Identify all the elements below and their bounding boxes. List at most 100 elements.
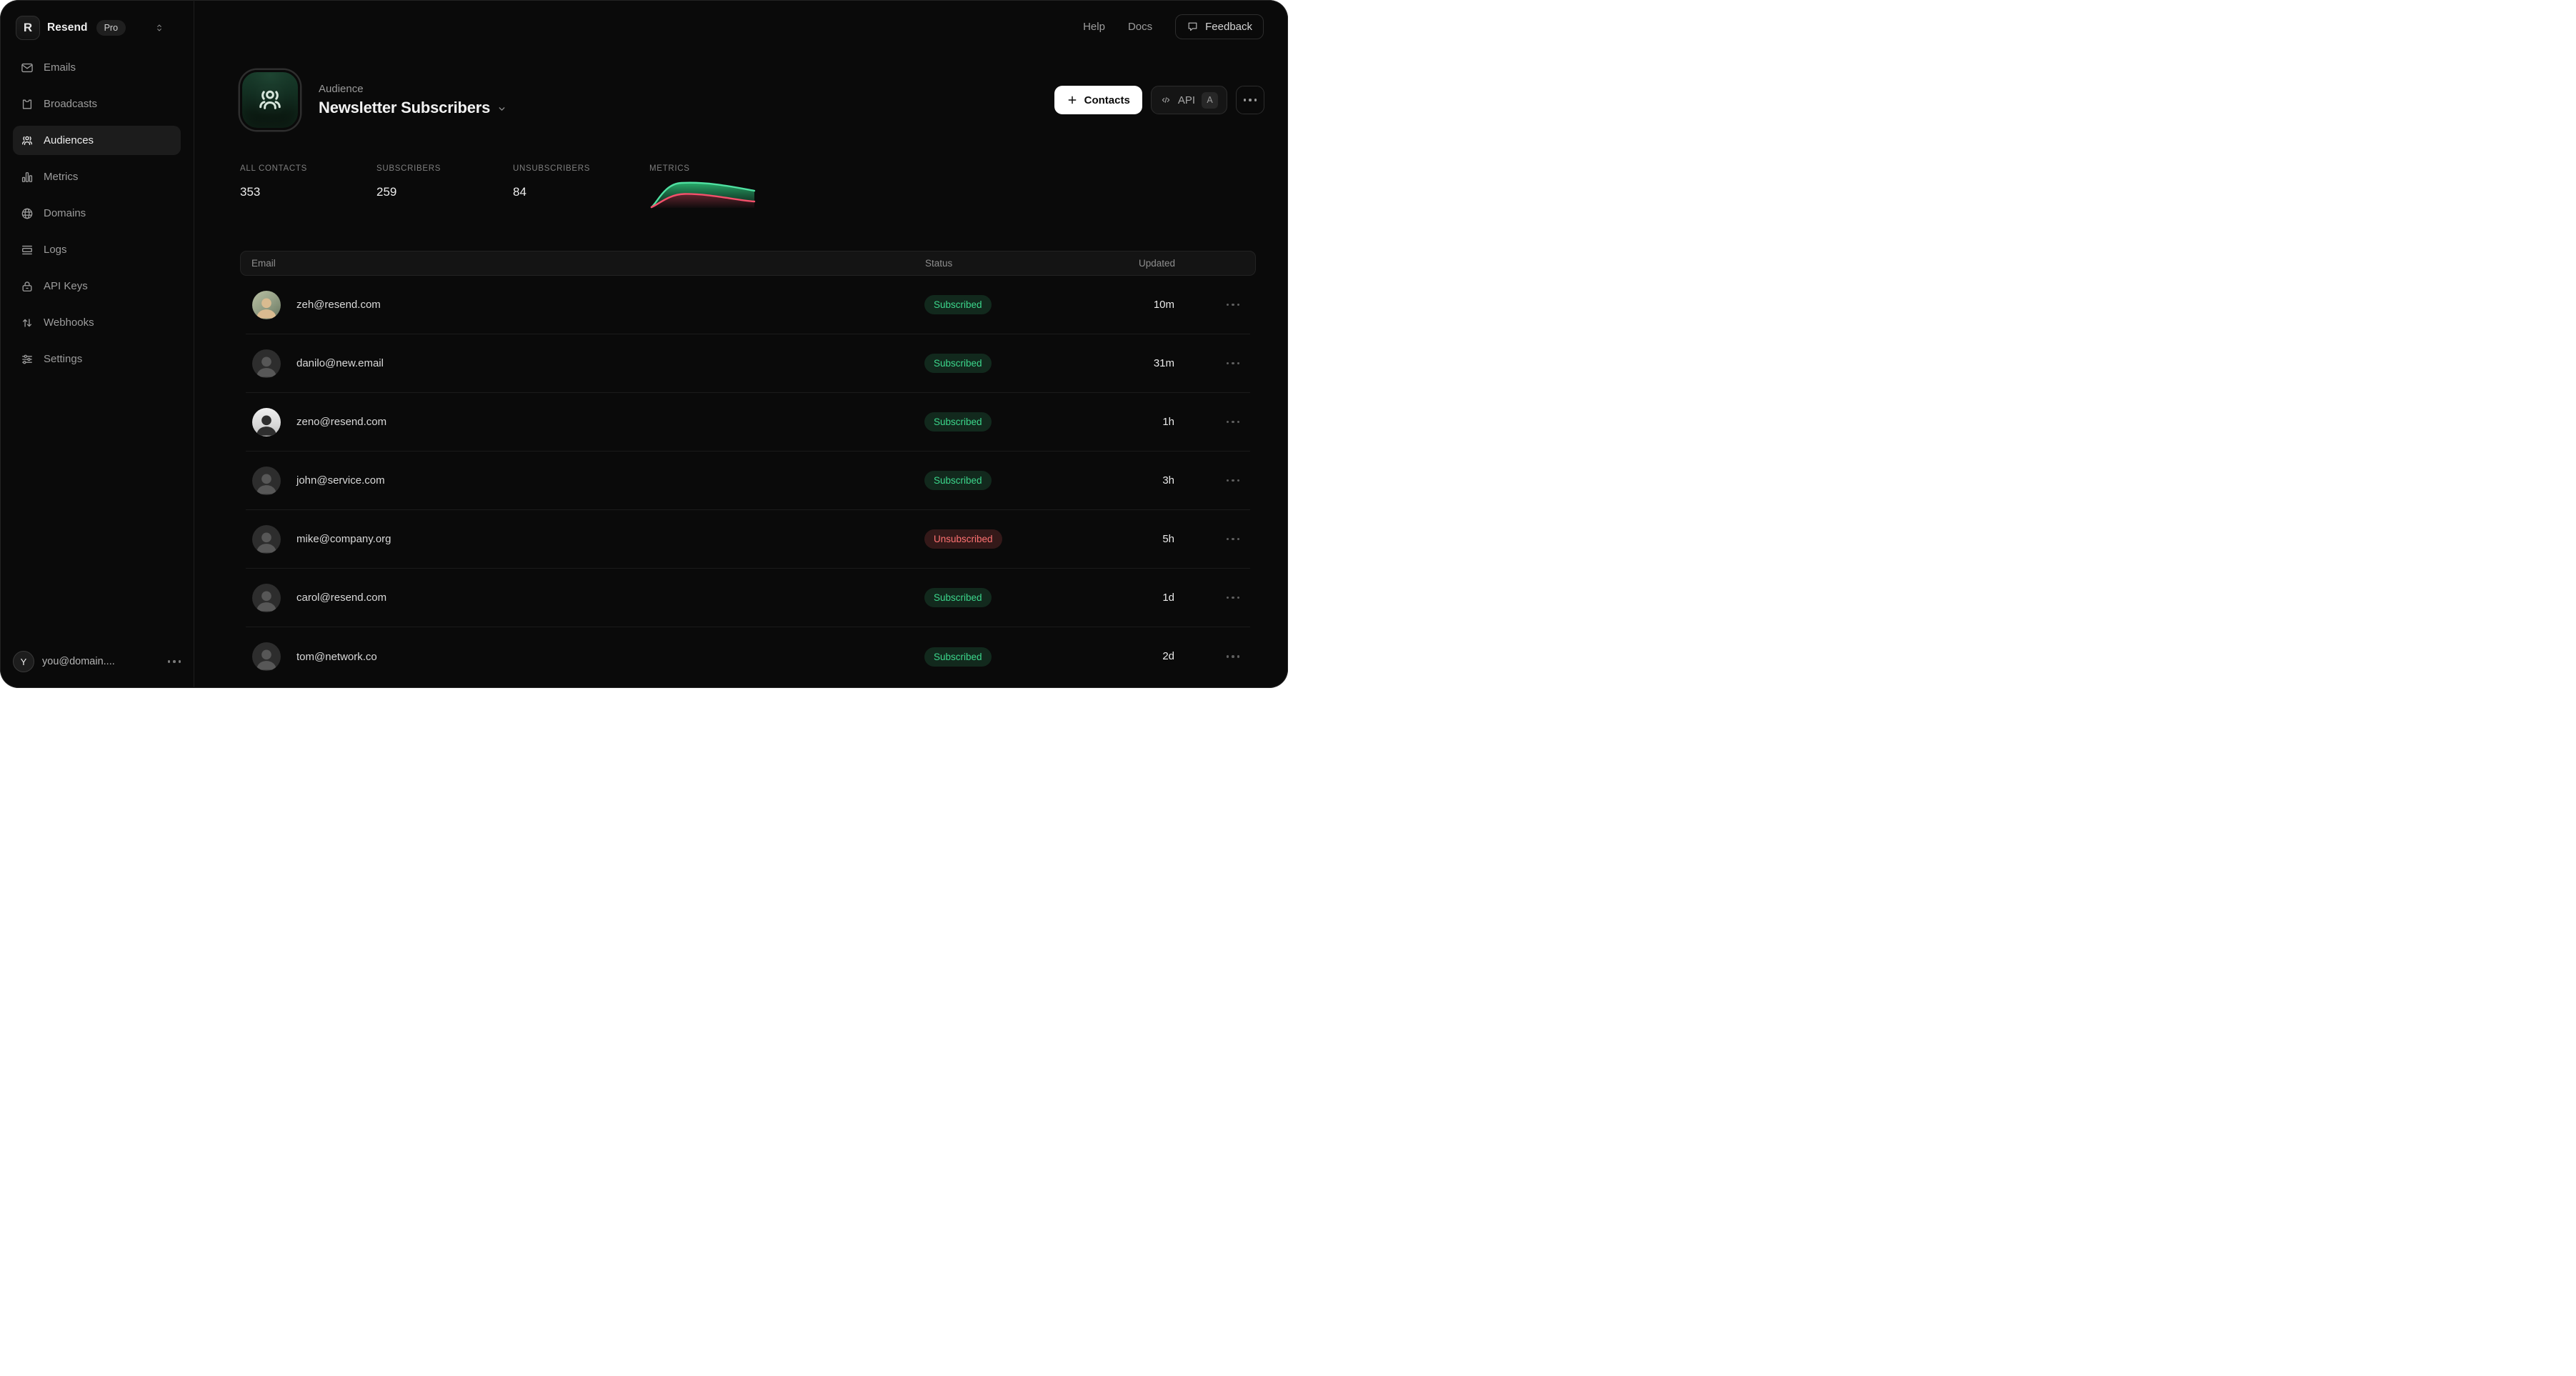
add-contacts-button[interactable]: Contacts	[1054, 86, 1142, 114]
workspace-name: Resend	[47, 21, 88, 34]
contacts-table: Email Status Updated zeh@resend.com Subs…	[240, 251, 1256, 686]
row-actions-ellipsis-icon[interactable]	[1227, 304, 1240, 306]
sidebar-item-logs[interactable]: Logs	[13, 235, 181, 264]
contact-avatar	[252, 525, 281, 554]
help-link[interactable]: Help	[1083, 21, 1105, 33]
stat-label: METRICS	[649, 164, 786, 173]
updated-time: 1h	[1162, 416, 1174, 428]
workspace-switcher[interactable]: R Resend Pro	[0, 0, 194, 40]
contact-email: tom@network.co	[296, 651, 377, 663]
column-header-email: Email	[251, 258, 925, 269]
contact-avatar	[252, 291, 281, 319]
contact-email: zeno@resend.com	[296, 416, 386, 428]
sidebar-item-domains[interactable]: Domains	[13, 199, 181, 228]
column-header-updated: Updated	[1068, 258, 1175, 269]
updated-time: 31m	[1154, 357, 1174, 369]
chevron-down-icon	[497, 102, 506, 114]
stat-value: 84	[513, 185, 649, 199]
stat-unsubscribers: UNSUBSCRIBERS 84	[513, 164, 649, 209]
contact-email: zeh@resend.com	[296, 299, 381, 311]
code-icon	[1160, 94, 1172, 106]
top-bar: Help Docs Feedback	[194, 0, 1288, 53]
more-options-button[interactable]	[1236, 86, 1264, 114]
stat-value: 353	[240, 185, 376, 199]
contact-email: john@service.com	[296, 474, 385, 487]
sidebar-item-broadcasts[interactable]: Broadcasts	[13, 89, 181, 119]
status-badge: Subscribed	[924, 354, 992, 373]
column-header-status: Status	[925, 258, 1068, 269]
people-icon	[20, 134, 34, 148]
status-badge: Subscribed	[924, 588, 992, 607]
lock-icon	[20, 279, 34, 294]
stats-row: ALL CONTACTS 353 SUBSCRIBERS 259 UNSUBSC…	[240, 164, 1264, 209]
ellipsis-icon	[1244, 99, 1257, 101]
sidebar-item-emails[interactable]: Emails	[13, 53, 181, 82]
sidebar-item-metrics[interactable]: Metrics	[13, 162, 181, 191]
updated-time: 3h	[1162, 474, 1174, 487]
plus-icon	[1067, 94, 1078, 106]
user-menu[interactable]: Y you@domain....	[13, 651, 181, 672]
sidebar-item-api-keys[interactable]: API Keys	[13, 271, 181, 301]
sidebar-nav: Emails Broadcasts Audiences	[0, 53, 194, 374]
header-text: Audience Newsletter Subscribers	[319, 83, 506, 117]
docs-link[interactable]: Docs	[1128, 21, 1152, 33]
table-row[interactable]: tom@network.co Subscribed 2d	[246, 627, 1250, 686]
sidebar-item-label: Emails	[44, 61, 76, 74]
row-actions-ellipsis-icon[interactable]	[1227, 421, 1240, 424]
sidebar-item-audiences[interactable]: Audiences	[13, 126, 181, 155]
api-button[interactable]: API A	[1151, 86, 1227, 114]
sidebar-item-label: Domains	[44, 207, 86, 219]
audience-title-dropdown[interactable]: Newsletter Subscribers	[319, 99, 506, 117]
contact-avatar	[252, 642, 281, 671]
page-eyebrow: Audience	[319, 83, 506, 95]
status-badge: Unsubscribed	[924, 529, 1002, 549]
table-row[interactable]: zeno@resend.com Subscribed 1h	[246, 393, 1250, 452]
table-row[interactable]: danilo@new.email Subscribed 31m	[246, 334, 1250, 393]
contact-email: mike@company.org	[296, 533, 391, 545]
sidebar-item-label: API Keys	[44, 280, 88, 292]
row-actions-ellipsis-icon[interactable]	[1227, 655, 1240, 658]
feedback-label: Feedback	[1205, 21, 1252, 33]
updated-time: 2d	[1162, 650, 1174, 662]
page-header: Audience Newsletter Subscribers Contacts	[240, 70, 1264, 130]
updated-time: 10m	[1154, 299, 1174, 311]
status-badge: Subscribed	[924, 647, 992, 667]
arrows-up-down-icon	[20, 316, 34, 330]
sidebar-item-settings[interactable]: Settings	[13, 344, 181, 374]
sidebar-item-webhooks[interactable]: Webhooks	[13, 308, 181, 337]
stat-label: ALL CONTACTS	[240, 164, 376, 173]
table-row[interactable]: john@service.com Subscribed 3h	[246, 452, 1250, 510]
feedback-button[interactable]: Feedback	[1175, 14, 1264, 39]
row-actions-ellipsis-icon[interactable]	[1227, 597, 1240, 599]
globe-icon	[20, 206, 34, 221]
ellipsis-icon[interactable]	[168, 660, 181, 663]
header-actions: Contacts API A	[1054, 86, 1264, 114]
stat-label: SUBSCRIBERS	[376, 164, 513, 173]
chevron-up-down-icon[interactable]	[154, 22, 165, 34]
table-row[interactable]: carol@resend.com Subscribed 1d	[246, 569, 1250, 627]
envelope-icon	[20, 61, 34, 75]
sidebar-item-label: Metrics	[44, 171, 78, 183]
status-badge: Subscribed	[924, 412, 992, 432]
table-row[interactable]: mike@company.org Unsubscribed 5h	[246, 510, 1250, 569]
stat-label: UNSUBSCRIBERS	[513, 164, 649, 173]
bar-chart-icon	[20, 170, 34, 184]
contacts-label: Contacts	[1084, 94, 1130, 106]
row-actions-ellipsis-icon[interactable]	[1227, 362, 1240, 365]
speech-bubble-icon	[1187, 21, 1199, 33]
keyboard-shortcut-badge: A	[1202, 92, 1218, 109]
page-title: Newsletter Subscribers	[319, 99, 490, 117]
row-actions-ellipsis-icon[interactable]	[1227, 479, 1240, 482]
table-row[interactable]: zeh@resend.com Subscribed 10m	[246, 276, 1250, 334]
plan-badge: Pro	[96, 20, 126, 36]
row-actions-ellipsis-icon[interactable]	[1227, 538, 1240, 541]
stat-value: 259	[376, 185, 513, 199]
avatar: Y	[13, 651, 34, 672]
user-email: you@domain....	[42, 656, 115, 667]
main-content: Help Docs Feedback Audience	[194, 0, 1288, 688]
sidebar-item-label: Webhooks	[44, 316, 94, 329]
table-body: zeh@resend.com Subscribed 10m danilo@new…	[240, 276, 1256, 686]
status-badge: Subscribed	[924, 471, 992, 490]
contact-avatar	[252, 349, 281, 378]
logo-letter: R	[24, 21, 32, 35]
